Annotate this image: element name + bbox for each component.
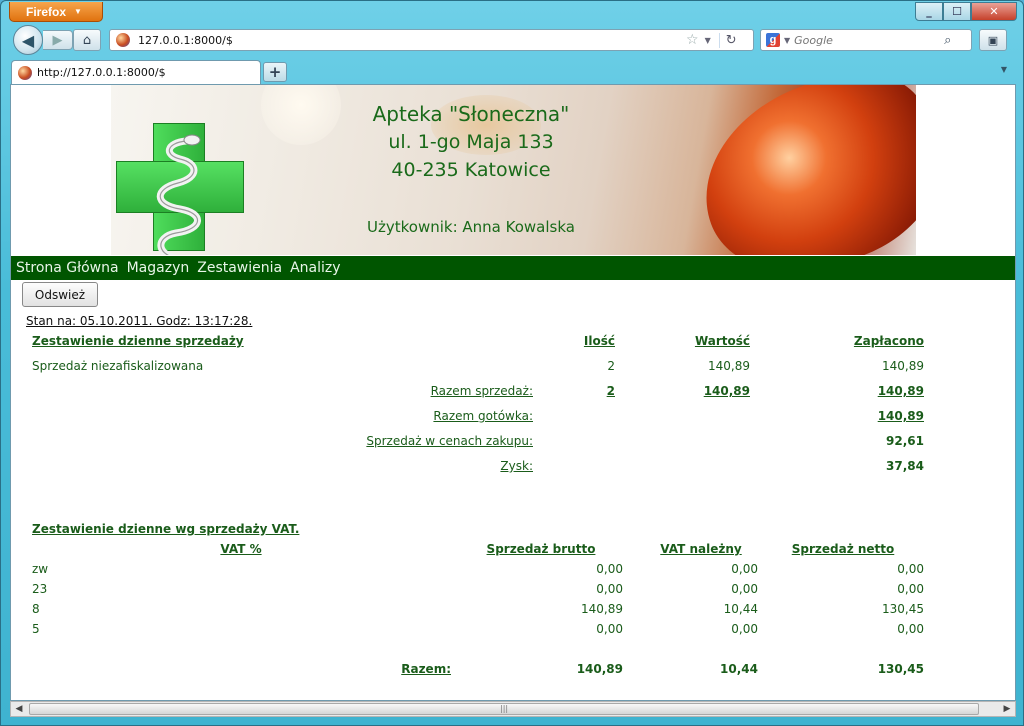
vat-row-rate: 8 [32,602,40,616]
minimize-button[interactable]: _ [915,2,943,21]
vat-header-net[interactable]: Sprzedaż netto [787,542,899,556]
search-bar[interactable]: g ▼ ⌕ [760,29,972,51]
maximize-button[interactable]: ☐ [943,2,971,21]
pharmacy-city: 40-235 Katowice [391,159,551,181]
vat-total-net: 130,45 [877,662,924,676]
window-controls: _ ☐ ✕ [915,2,1017,21]
search-engine-dropdown-icon[interactable]: ▼ [784,36,790,45]
menu-item-warehouse[interactable]: Magazyn [127,260,190,276]
firefox-menu-button[interactable]: Firefox ▼ [9,2,103,22]
menu-item-reports[interactable]: Zestawienia [197,260,282,276]
google-engine-icon[interactable]: g [766,33,780,47]
close-window-button[interactable]: ✕ [971,2,1017,21]
vat-total-tax: 10,44 [720,662,758,676]
vat-title[interactable]: Zestawienie dzienne wg sprzedaży VAT. [32,522,299,536]
forward-button[interactable]: ▶ [43,30,73,50]
tab-favicon-icon [18,65,32,80]
timestamp: Stan na: 05.10.2011. Godz: 13:17:28. [26,314,253,328]
total-sales-label[interactable]: Razem sprzedaż: [311,384,533,398]
pharmacy-banner: Apteka "Słoneczna" ul. 1-go Maja 133 40-… [111,85,916,255]
sales-title[interactable]: Zestawienie dzienne sprzedaży [32,334,244,348]
total-sales-paid[interactable]: 140,89 [811,384,924,398]
vat-row-tax: 0,00 [731,562,758,576]
back-button[interactable]: ◀ [13,25,43,55]
vat-row-gross: 0,00 [596,562,623,576]
profit-value: 37,84 [886,459,924,473]
pharmacy-street: ul. 1-go Maja 133 [388,131,554,153]
pharmacy-cross-logo [116,123,244,255]
scrollbar-thumb[interactable]: ||| [29,703,979,715]
site-identity-icon[interactable] [116,33,130,47]
scroll-right-icon[interactable]: ▶ [999,702,1015,716]
tab-list-chevron-icon[interactable]: ▼ [1001,65,1007,74]
grip-icon: ||| [500,704,509,713]
sales-row-label: Sprzedaż niezafiskalizowana [32,359,204,373]
back-forward-group: ◀ ▶ [13,25,75,55]
url-input[interactable] [138,33,678,47]
vat-header-tax[interactable]: VAT należny [645,542,757,556]
sales-header-value[interactable]: Wartość [651,334,750,348]
pharmacy-name: Apteka "Słoneczna" [372,102,570,126]
tab-current[interactable]: http://127.0.0.1:8000/$ [11,60,261,84]
vat-header-rate[interactable]: VAT % [191,542,291,556]
snake-emblem-icon [156,134,201,255]
home-icon: ⌂ [82,32,92,48]
refresh-button[interactable]: Odswież [22,282,98,307]
sales-header-qty[interactable]: Ilość [531,334,615,348]
vat-row-rate: 5 [32,622,40,636]
sales-row-paid: 140,89 [882,359,924,373]
vat-row-rate: 23 [32,582,48,596]
vat-row-net: 0,00 [897,582,924,596]
vat-row-net: 0,00 [897,622,924,636]
total-sales-qty[interactable]: 2 [531,384,615,398]
profit-label[interactable]: Zysk: [311,459,533,473]
home-button[interactable]: ⌂ [73,29,101,51]
bookmarks-icon: ▣ [987,33,999,47]
total-sales-value[interactable]: 140,89 [651,384,750,398]
vat-row-gross: 140,89 [581,602,623,616]
total-cash-paid[interactable]: 140,89 [811,409,924,423]
address-bar[interactable]: ☆ ▼ ↻ [109,29,754,51]
sales-row-value: 140,89 [708,359,750,373]
vat-row-gross: 0,00 [596,622,623,636]
bookmarks-button[interactable]: ▣ [979,29,1007,51]
back-arrow-icon: ◀ [21,30,35,50]
logged-user: Użytkownik: Anna Kowalska [367,218,575,236]
menu-item-home[interactable]: Strona Główna [16,260,119,276]
page-content: Apteka "Słoneczna" ul. 1-go Maja 133 40-… [10,84,1016,701]
vat-row-tax: 0,00 [731,582,758,596]
search-icon[interactable]: ⌕ [944,33,951,48]
sales-row-qty: 2 [607,359,615,373]
chevron-down-icon: ▼ [74,7,82,16]
main-menu: Strona Główna Magazyn Zestawienia Analiz… [11,256,1015,280]
scroll-left-icon[interactable]: ◀ [11,702,27,716]
vat-total-gross: 140,89 [576,662,623,676]
sales-header-paid[interactable]: Zapłacono [811,334,924,348]
search-input[interactable] [794,33,945,47]
capsule-image [677,85,916,255]
vat-header-gross[interactable]: Sprzedaż brutto [479,542,603,556]
vat-row-tax: 0,00 [731,622,758,636]
bookmark-star-icon[interactable]: ☆ [686,32,699,48]
vat-row-rate: zw [32,562,49,576]
vat-row-net: 130,45 [882,602,924,616]
menu-item-analyses[interactable]: Analizy [290,260,340,276]
vat-total-label[interactable]: Razem: [311,662,451,676]
reload-icon[interactable]: ↻ [718,32,737,48]
banner-highlight [261,85,341,145]
forward-arrow-icon: ▶ [52,32,63,48]
url-history-dropdown-icon[interactable]: ▼ [705,36,711,45]
vat-row-gross: 0,00 [596,582,623,596]
new-tab-button[interactable]: + [263,62,287,82]
vat-row-tax: 10,44 [723,602,758,616]
horizontal-scrollbar[interactable]: ◀ ||| ▶ [10,701,1016,717]
purchase-price-label[interactable]: Sprzedaż w cenach zakupu: [311,434,533,448]
tab-title: http://127.0.0.1:8000/$ [37,66,166,79]
total-cash-label[interactable]: Razem gotówka: [311,409,533,423]
firefox-menu-label: Firefox [26,4,67,19]
vat-row-net: 0,00 [897,562,924,576]
browser-window: Firefox ▼ _ ☐ ✕ ◀ ▶ ⌂ ☆ ▼ ↻ g ▼ ⌕ ▣ http… [0,0,1024,726]
purchase-price-value: 92,61 [886,434,924,448]
navigation-toolbar: ◀ ▶ ⌂ ☆ ▼ ↻ g ▼ ⌕ ▣ [11,25,1015,55]
